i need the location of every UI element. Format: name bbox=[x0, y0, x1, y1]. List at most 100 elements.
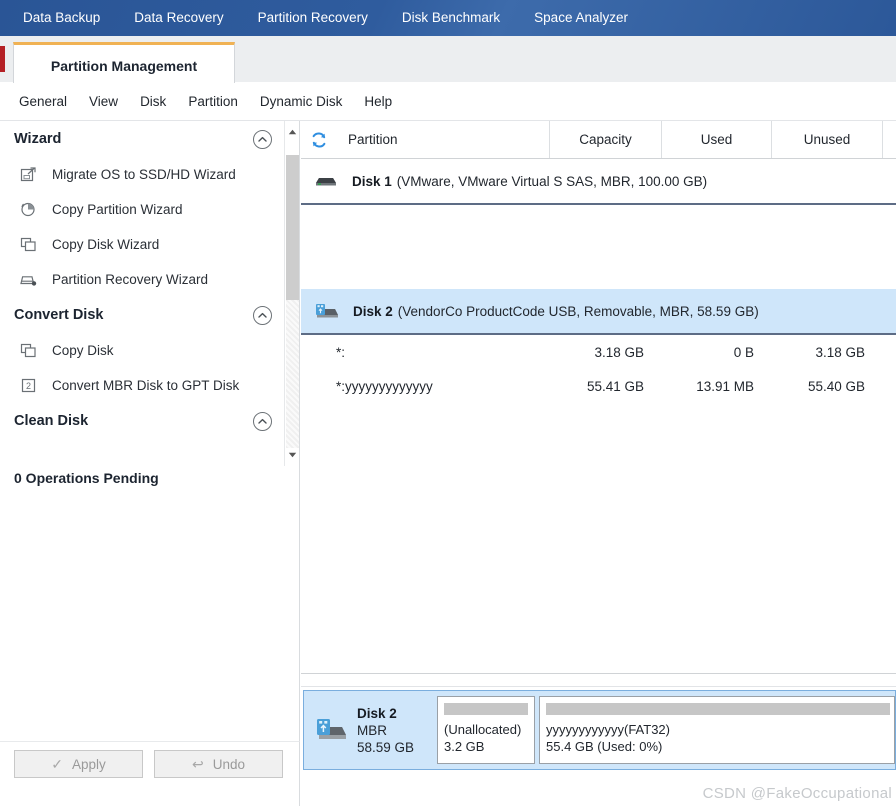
tab-partition-management[interactable]: Partition Management bbox=[13, 42, 235, 83]
copy-disk-icon bbox=[18, 341, 38, 361]
table-row-partition[interactable]: *:yyyyyyyyyyyyy 55.41 GB 13.91 MB 55.40 … bbox=[301, 369, 896, 403]
sidebar-item-convert-mbr-to-gpt[interactable]: 2 Convert MBR Disk to GPT Disk bbox=[0, 368, 300, 403]
undo-button[interactable]: ↩ Undo bbox=[154, 750, 283, 778]
disk-map-disk-scheme: MBR bbox=[357, 722, 387, 738]
column-header-unused[interactable]: Unused bbox=[772, 121, 883, 158]
app-window: Data Backup Data Recovery Partition Reco… bbox=[0, 0, 896, 806]
sidebar-section-wizard-header[interactable]: Wizard bbox=[0, 121, 300, 157]
action-bar: ✓ Apply ↩ Undo bbox=[0, 741, 300, 806]
sidebar-item-copy-partition-wizard[interactable]: Copy Partition Wizard bbox=[0, 192, 300, 227]
partition-size: 3.2 GB bbox=[444, 739, 485, 754]
disk-map-partition-fat32[interactable]: yyyyyyyyyyyy(FAT32) 55.4 GB (Used: 0%) bbox=[539, 696, 895, 764]
sidebar-scrollbar[interactable] bbox=[284, 121, 299, 466]
partition-size: 55.4 GB (Used: 0%) bbox=[546, 739, 663, 754]
refresh-icon bbox=[312, 131, 325, 148]
scroll-up-arrow-icon[interactable] bbox=[285, 124, 300, 140]
convert-mbr-gpt-icon: 2 bbox=[18, 376, 38, 396]
table-row-disk1[interactable]: Disk 1 (VMware, VMware Virtual S SAS, MB… bbox=[301, 159, 896, 205]
nav-item-data-backup[interactable]: Data Backup bbox=[6, 0, 117, 36]
usage-bar bbox=[444, 703, 528, 715]
partition-capacity: 55.41 GB bbox=[586, 378, 644, 394]
menu-item-view[interactable]: View bbox=[78, 90, 129, 113]
partition-name: *:yyyyyyyyyyyyy bbox=[336, 378, 433, 394]
chevron-up-icon[interactable] bbox=[253, 411, 272, 431]
disk-map-disk2[interactable]: Disk 2 MBR 58.59 GB (Unallocated) 3.2 GB… bbox=[303, 690, 896, 770]
migrate-os-icon bbox=[18, 165, 38, 185]
scroll-down-arrow-icon[interactable] bbox=[285, 447, 300, 463]
sidebar-item-label: Copy Disk bbox=[52, 343, 114, 358]
column-header-capacity[interactable]: Capacity bbox=[550, 121, 662, 158]
refresh-button[interactable] bbox=[301, 121, 336, 158]
check-icon: ✓ bbox=[51, 755, 63, 772]
sidebar-section-clean-disk-header[interactable]: Clean Disk bbox=[0, 403, 300, 439]
sidebar-section-title: Wizard bbox=[14, 131, 62, 147]
menu-item-dynamic-disk[interactable]: Dynamic Disk bbox=[249, 90, 354, 113]
scrollbar-thumb[interactable] bbox=[286, 155, 299, 300]
disk-map-partition-unallocated[interactable]: (Unallocated) 3.2 GB bbox=[437, 696, 535, 764]
sidebar-item-label: Copy Partition Wizard bbox=[52, 202, 183, 217]
menu-item-help[interactable]: Help bbox=[353, 90, 403, 113]
table-row-disk2[interactable]: Disk 2 (VendorCo ProductCode USB, Remova… bbox=[301, 289, 896, 335]
undo-arrow-icon: ↩ bbox=[191, 755, 204, 772]
sidebar-item-copy-disk-wizard[interactable]: Copy Disk Wizard bbox=[0, 227, 300, 262]
nav-item-disk-benchmark[interactable]: Disk Benchmark bbox=[385, 0, 517, 36]
sidebar-item-migrate-os[interactable]: Migrate OS to SSD/HD Wizard bbox=[0, 157, 300, 192]
partition-label: (Unallocated) bbox=[444, 722, 522, 737]
nav-item-partition-recovery[interactable]: Partition Recovery bbox=[241, 0, 385, 36]
svg-text:2: 2 bbox=[25, 381, 30, 391]
apply-button-label: Apply bbox=[71, 756, 106, 772]
partition-label: yyyyyyyyyyyy(FAT32) bbox=[546, 722, 670, 737]
disk-map-disk-size: 58.59 GB bbox=[357, 739, 415, 755]
disk1-empty-area bbox=[301, 205, 896, 289]
top-navigation-bar: Data Backup Data Recovery Partition Reco… bbox=[0, 0, 896, 36]
menu-item-disk[interactable]: Disk bbox=[129, 90, 177, 113]
menu-bar: General View Disk Partition Dynamic Disk… bbox=[0, 83, 896, 121]
disk-map-scroll-strip[interactable] bbox=[301, 679, 896, 687]
sidebar-section-title: Convert Disk bbox=[14, 307, 104, 323]
partition-capacity: 3.18 GB bbox=[594, 344, 644, 360]
disk-map-disk-text: Disk 2 MBR 58.59 GB bbox=[357, 705, 414, 756]
partition-unused: 3.18 GB bbox=[815, 344, 865, 360]
nav-item-space-analyzer[interactable]: Space Analyzer bbox=[517, 0, 645, 36]
disk-name: Disk 2 bbox=[353, 303, 393, 319]
column-header-extra[interactable] bbox=[883, 121, 896, 158]
sidebar-section-title: Clean Disk bbox=[14, 413, 89, 429]
operations-pending-status: 0 Operations Pending bbox=[14, 470, 159, 486]
partition-unused: 55.40 GB bbox=[807, 378, 865, 394]
sidebar-item-copy-disk[interactable]: Copy Disk bbox=[0, 333, 300, 368]
nav-item-data-recovery[interactable]: Data Recovery bbox=[117, 0, 240, 36]
menu-item-general[interactable]: General bbox=[8, 90, 78, 113]
table-row-partition[interactable]: *: 3.18 GB 0 B 3.18 GB bbox=[301, 335, 896, 369]
partition-used: 13.91 MB bbox=[696, 378, 754, 394]
usb-disk-icon bbox=[314, 715, 348, 745]
sidebar-item-label: Copy Disk Wizard bbox=[52, 237, 160, 252]
disk-map-panel: Disk 2 MBR 58.59 GB (Unallocated) 3.2 GB… bbox=[301, 673, 896, 806]
sidebar-section-convert-disk-header[interactable]: Convert Disk bbox=[0, 297, 300, 333]
tab-partial-hidden[interactable] bbox=[0, 46, 5, 72]
disk-map-disk-info: Disk 2 MBR 58.59 GB bbox=[304, 691, 437, 769]
sidebar-item-partition-recovery-wizard[interactable]: Partition Recovery Wizard bbox=[0, 262, 300, 297]
menu-item-partition[interactable]: Partition bbox=[177, 90, 249, 113]
scrollbar-lower-track[interactable] bbox=[286, 300, 299, 448]
tab-label: Partition Management bbox=[50, 57, 198, 74]
apply-button[interactable]: ✓ Apply bbox=[14, 750, 143, 778]
usage-bar bbox=[546, 703, 890, 715]
table-header-row: Partition Capacity Used Unused bbox=[301, 121, 896, 159]
tab-strip: Partition Management bbox=[0, 36, 896, 83]
undo-button-label: Undo bbox=[212, 756, 245, 772]
sidebar: Wizard Migrate OS to SSD/HD Wizard Copy … bbox=[0, 121, 300, 741]
usb-disk-icon bbox=[313, 301, 339, 321]
partition-table: Partition Capacity Used Unused Disk 1 (V… bbox=[301, 121, 896, 673]
copy-disk-icon bbox=[18, 235, 38, 255]
hard-disk-icon bbox=[314, 173, 338, 189]
disk-meta: (VendorCo ProductCode USB, Removable, MB… bbox=[397, 303, 759, 319]
sidebar-scroll-area: Wizard Migrate OS to SSD/HD Wizard Copy … bbox=[0, 121, 300, 466]
partition-recovery-icon bbox=[18, 270, 38, 290]
chevron-up-icon[interactable] bbox=[253, 305, 272, 325]
copy-partition-icon bbox=[18, 200, 38, 220]
sidebar-item-label: Partition Recovery Wizard bbox=[52, 272, 209, 287]
disk-name: Disk 1 bbox=[352, 173, 392, 189]
chevron-up-icon[interactable] bbox=[253, 129, 272, 149]
column-header-partition[interactable]: Partition bbox=[336, 121, 550, 158]
column-header-used[interactable]: Used bbox=[662, 121, 772, 158]
